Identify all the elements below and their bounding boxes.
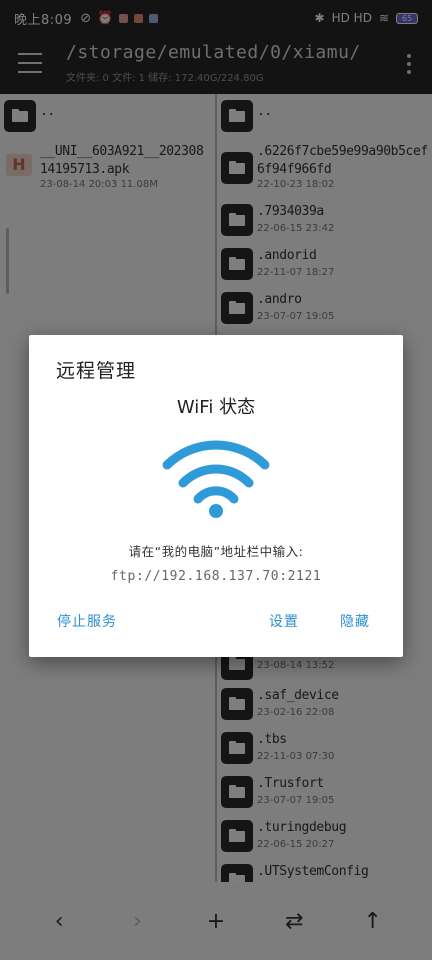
dialog-title: 远程管理 xyxy=(56,360,137,382)
ftp-address: ftp://192.168.137.70:2121 xyxy=(110,569,322,584)
wifi-status-title: WiFi 状态 xyxy=(176,397,256,418)
settings-button[interactable]: 设置 xyxy=(269,611,299,631)
wifi-icon xyxy=(162,440,270,518)
instruction-text: 请在“我的电脑”地址栏中输入: xyxy=(128,544,304,559)
remote-management-dialog: 远程管理 WiFi 状态 请在“我的电脑”地址栏中输入: ftp://192.1… xyxy=(29,335,403,657)
stop-service-button[interactable]: 停止服务 xyxy=(57,611,117,631)
screen: 晚上8:09 ⊘ ⏰ ✱ HD HD ≋ 65 /storage/emulate… xyxy=(0,0,432,960)
hide-button[interactable]: 隐藏 xyxy=(340,611,370,631)
